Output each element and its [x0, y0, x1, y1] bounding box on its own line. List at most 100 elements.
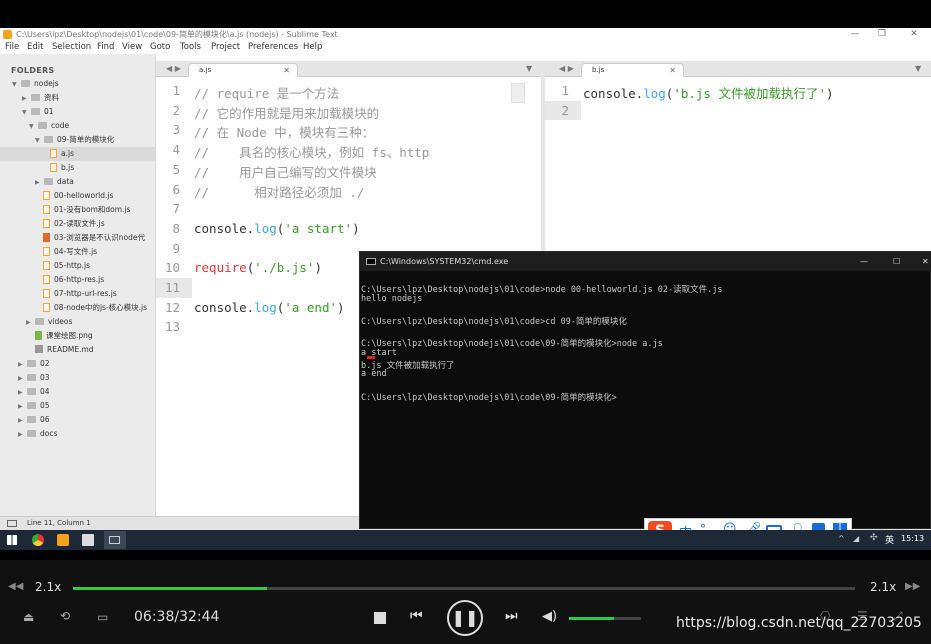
stop-icon[interactable] — [374, 612, 386, 624]
loop-icon[interactable]: ⟲ — [60, 609, 70, 623]
tab-dropdown-icon[interactable]: ▼ — [915, 64, 921, 73]
code-line[interactable]: console.log('a start') — [194, 221, 360, 236]
speed-right[interactable]: 2.1x — [870, 580, 896, 594]
tree-folder-data[interactable]: ▶ data — [35, 175, 74, 189]
next-icon[interactable]: ⏭ — [505, 608, 518, 624]
tree-folder-03[interactable]: ▶ 03 — [18, 371, 50, 385]
close-tab-icon[interactable]: ✕ — [669, 64, 676, 77]
code-line[interactable]: // 在 Node 中，模块有三种： — [194, 122, 374, 141]
tab-b-js[interactable]: b.js ✕ — [581, 63, 684, 77]
tree-folder-videos[interactable]: ▶ videos — [26, 315, 72, 329]
tree-file-08[interactable]: 08-node中的js-核心模块.js — [43, 301, 147, 315]
tree-file-04[interactable]: 04-写文件.js — [43, 245, 97, 259]
clock[interactable]: 15:13 — [901, 534, 924, 543]
tree-folder-06[interactable]: ▶ 06 — [18, 413, 50, 427]
line-number: 6 — [172, 181, 180, 197]
js-file-icon — [43, 191, 50, 200]
tree-folder-code[interactable]: ▼ code — [29, 119, 69, 133]
menu-file[interactable]: File — [5, 41, 19, 54]
tree-file-06[interactable]: 06-http-res.js — [43, 273, 104, 287]
menu-view[interactable]: View — [122, 41, 142, 54]
tree-folder-docs[interactable]: ▶ docs — [18, 427, 57, 441]
file-explorer-icon[interactable] — [82, 534, 94, 546]
time-display: 06:38/32:44 — [134, 609, 220, 625]
network-icon[interactable]: ◢ — [853, 534, 859, 543]
window-title: C:\Users\lpz\Desktop\nodejs\01\code\09-简… — [16, 30, 338, 39]
tree-file-b-js[interactable]: b.js — [50, 161, 74, 175]
chevron-right-icon: ▶ — [18, 389, 23, 396]
tree-file-00[interactable]: 00-helloworld.js — [43, 189, 113, 203]
folder-icon — [21, 80, 30, 87]
chevron-down-icon: ▼ — [29, 123, 34, 130]
minimap[interactable] — [511, 83, 525, 103]
cmd-minimize-button[interactable]: — — [860, 252, 868, 271]
cmd-maximize-button[interactable]: ☐ — [893, 252, 900, 271]
menu-find[interactable]: Find — [97, 41, 114, 54]
windows-start-icon[interactable] — [7, 535, 17, 545]
menu-selection[interactable]: Selection — [52, 41, 91, 54]
tree-file-png[interactable]: 课堂绘图.png — [35, 329, 93, 343]
console-toggle-icon[interactable] — [7, 520, 17, 527]
speed-left[interactable]: 2.1x — [35, 580, 61, 594]
close-tab-icon[interactable]: ✕ — [283, 64, 290, 77]
language-indicator[interactable]: 英 — [885, 533, 894, 546]
code-line[interactable]: // require 是一个方法 — [194, 83, 339, 102]
tree-file-01[interactable]: 01-没有bom和dom.js — [43, 203, 130, 217]
minimize-button[interactable]: — — [847, 28, 863, 41]
close-button[interactable]: ✕ — [906, 28, 922, 41]
fast-forward-icon[interactable]: ▶▶ — [905, 581, 920, 592]
code-line[interactable]: // 用户自己编写的文件模块 — [194, 162, 377, 181]
chrome-icon[interactable] — [32, 534, 44, 546]
tree-folder-nodejs[interactable]: ▼ nodejs — [12, 77, 59, 91]
code-line[interactable]: // 相对路径必须加 ./ — [194, 182, 364, 201]
menu-goto[interactable]: Goto — [150, 41, 170, 54]
folder-icon — [27, 430, 36, 437]
cmd-line: C:\Users\lpz\Desktop\nodejs\01\code\09-简… — [361, 393, 617, 403]
sublime-app-icon — [3, 30, 12, 39]
nav-arrows-icon[interactable]: ◀ ▶ — [559, 64, 574, 73]
code-line[interactable]: // 它的作用就是用来加载模块的 — [194, 103, 379, 122]
tree-file-05[interactable]: 05-http.js — [43, 259, 90, 273]
tree-file-02[interactable]: 02-读取文件.js — [43, 217, 105, 231]
tree-file-readme[interactable]: README.md — [35, 343, 94, 357]
tree-folder-01[interactable]: ▼ 01 — [22, 105, 54, 119]
volume-icon[interactable]: ◀) — [542, 609, 557, 624]
code-line[interactable]: require('./b.js') — [194, 260, 322, 275]
tree-folder-04[interactable]: ▶ 04 — [18, 385, 50, 399]
progress-track[interactable] — [73, 587, 855, 590]
cmd-line: a end — [361, 369, 387, 380]
tree-file-03[interactable]: 03-浏览器是不认识node代 — [43, 231, 145, 245]
menu-project[interactable]: Project — [211, 41, 240, 54]
tree-file-a-js[interactable]: a.js — [0, 147, 155, 161]
previous-icon[interactable]: ⏮ — [410, 608, 423, 624]
maximize-button[interactable]: ❐ — [874, 28, 890, 41]
nav-arrows-icon[interactable]: ◀ ▶ — [166, 64, 181, 73]
menu-preferences[interactable]: Preferences — [248, 41, 298, 54]
tree-folder-05[interactable]: ▶ 05 — [18, 399, 50, 413]
volume-tray-icon[interactable]: ✣ — [870, 533, 878, 543]
code-line[interactable]: // 具名的核心模块，例如 fs、http — [194, 142, 429, 161]
folder-icon — [44, 178, 53, 185]
line-number: 9 — [172, 240, 180, 256]
menu-help[interactable]: Help — [303, 41, 322, 54]
code-line[interactable]: console.log('b.js 文件被加载执行了') — [583, 83, 834, 102]
tab-a-js[interactable]: a.js ✕ — [188, 63, 298, 77]
tree-folder-09[interactable]: ▼ 09-简单的模块化 — [35, 133, 114, 147]
chevron-right-icon: ▶ — [35, 179, 40, 186]
rewind-icon[interactable]: ◀◀ — [8, 581, 23, 592]
volume-track[interactable] — [569, 617, 641, 620]
code-line[interactable]: console.log('a end') — [194, 300, 345, 315]
menu-edit[interactable]: Edit — [27, 41, 43, 54]
menu-tools[interactable]: Tools — [180, 41, 201, 54]
tree-folder-02[interactable]: ▶ 02 — [18, 357, 50, 371]
eject-icon[interactable]: ⏏ — [23, 610, 34, 624]
sublime-taskbar-icon[interactable] — [57, 534, 69, 546]
cmd-close-button[interactable]: ✕ — [922, 252, 929, 271]
tree-file-07[interactable]: 07-http-url-res.js — [43, 287, 117, 301]
tab-dropdown-icon[interactable]: ▼ — [526, 64, 532, 73]
tree-folder-ziliao[interactable]: ▶ 资料 — [22, 91, 59, 105]
tray-up-arrow-icon[interactable]: ^ — [838, 534, 845, 543]
volume-fill — [569, 617, 614, 620]
screen-icon[interactable]: ▭ — [97, 610, 108, 624]
pause-button[interactable]: ❚❚ — [447, 600, 483, 636]
